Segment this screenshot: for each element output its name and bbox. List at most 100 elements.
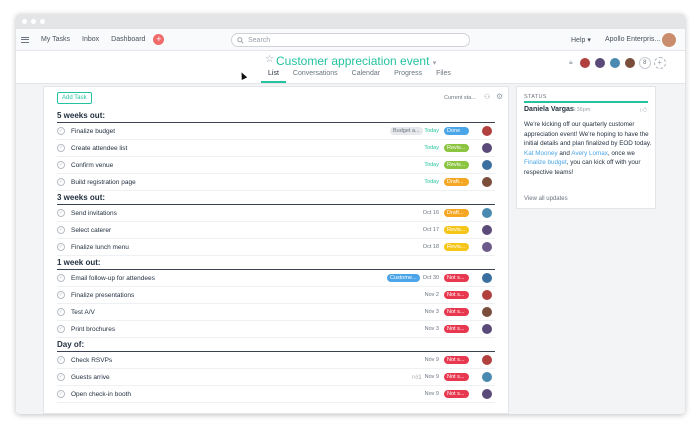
due-date[interactable]: Nov 9 [425, 374, 439, 380]
status-badge[interactable]: Not s... [444, 373, 469, 381]
quick-add-icon[interactable]: + [153, 34, 165, 45]
view-all-updates-link[interactable]: View all updates [524, 196, 568, 202]
section-header[interactable]: 5 weeks out: [57, 109, 495, 123]
complete-checkbox-icon[interactable]: ✓ [57, 373, 65, 381]
task-tag[interactable]: Budget a... [390, 127, 423, 135]
gear-icon[interactable]: ⚙ [496, 92, 503, 101]
status-badge[interactable]: Revis... [444, 243, 469, 251]
due-date[interactable]: Oct 30 [423, 275, 439, 281]
window-dot[interactable] [40, 19, 45, 24]
status-author[interactable]: Daniela Vargas [524, 106, 574, 113]
task-row[interactable]: ✓ Finalize budget Budget a... Today Done [57, 123, 495, 140]
like-count[interactable]: 👍︎1 [412, 373, 422, 381]
complete-checkbox-icon[interactable]: ✓ [57, 144, 65, 152]
task-row[interactable]: ✓ Check RSVPs Nov 9 Not s... [57, 352, 495, 369]
tab-progress[interactable]: Progress [387, 69, 429, 83]
task-row[interactable]: ✓ Finalize lunch menu Oct 18 Revis... [57, 239, 495, 256]
due-date[interactable]: Today [424, 179, 439, 185]
due-date[interactable]: Oct 16 [423, 210, 439, 216]
task-row[interactable]: ✓ Test A/V Nov 3 Not s... [57, 304, 495, 321]
member-avatar[interactable] [593, 57, 606, 69]
complete-checkbox-icon[interactable]: ✓ [57, 243, 65, 251]
nav-dashboard[interactable]: Dashboard [111, 36, 145, 43]
task-row[interactable]: ✓ Guests arrive 👍︎1 Nov 9 Not s... [57, 369, 495, 386]
assignee-avatar[interactable] [482, 242, 492, 252]
task-row[interactable]: ✓ Print brochures Nov 3 Not s... [57, 321, 495, 338]
status-badge[interactable]: Done [444, 127, 469, 135]
section-header[interactable]: 1 week out: [57, 256, 495, 270]
due-date[interactable]: Today [424, 128, 439, 134]
due-date[interactable]: Nov 9 [425, 391, 439, 397]
due-date[interactable]: Oct 18 [423, 244, 439, 250]
tab-conversations[interactable]: Conversations [286, 69, 345, 83]
assignee-avatar[interactable] [482, 126, 492, 136]
add-member-icon[interactable]: + [653, 57, 666, 69]
window-dot[interactable] [31, 19, 36, 24]
task-row[interactable]: ✓ Finalize presentations Nov 2 Not s... [57, 287, 495, 304]
complete-checkbox-icon[interactable]: ✓ [57, 325, 65, 333]
task-row[interactable]: ✓ Select caterer Oct 17 Revis... [57, 222, 495, 239]
task-row[interactable]: ✓ Create attendee list Today Revis... [57, 140, 495, 157]
complete-checkbox-icon[interactable]: ✓ [57, 274, 65, 282]
tab-list[interactable]: List [261, 69, 286, 83]
window-dot[interactable] [22, 19, 27, 24]
complete-checkbox-icon[interactable]: ✓ [57, 161, 65, 169]
status-badge[interactable]: Revis... [444, 226, 469, 234]
member-avatar[interactable] [578, 57, 591, 69]
due-date[interactable]: Nov 2 [425, 292, 439, 298]
star-icon[interactable]: ☆ [265, 54, 274, 65]
org-switcher[interactable]: Apollo Enterpris... [605, 36, 660, 43]
status-badge[interactable]: Not s... [444, 325, 469, 333]
tab-calendar[interactable]: Calendar [345, 69, 387, 83]
status-badge[interactable]: Revis... [444, 161, 469, 169]
member-avatar[interactable] [608, 57, 621, 69]
status-badge[interactable]: Draft... [444, 209, 469, 217]
complete-checkbox-icon[interactable]: ✓ [57, 127, 65, 135]
complete-checkbox-icon[interactable]: ✓ [57, 209, 65, 217]
mention-link[interactable]: Avery Lomax [571, 150, 608, 157]
assignee-avatar[interactable] [482, 389, 492, 399]
due-date[interactable]: Today [424, 145, 439, 151]
task-row[interactable]: ✓ Send invitations Oct 16 Draft... [57, 205, 495, 222]
member-avatar[interactable] [623, 57, 636, 69]
project-title[interactable]: Customer appreciation event ▾ [276, 54, 436, 68]
nav-inbox[interactable]: Inbox [82, 36, 99, 43]
section-header[interactable]: Day of: [57, 338, 495, 352]
assignee-avatar[interactable] [482, 372, 492, 382]
complete-checkbox-icon[interactable]: ✓ [57, 226, 65, 234]
due-date[interactable]: Nov 3 [425, 326, 439, 332]
nav-my-tasks[interactable]: My Tasks [41, 36, 70, 43]
mention-link[interactable]: Kat Mooney [524, 150, 558, 157]
status-badge[interactable]: Not s... [444, 274, 469, 282]
assignee-avatar[interactable] [482, 208, 492, 218]
assignee-avatar[interactable] [482, 307, 492, 317]
complete-checkbox-icon[interactable]: ✓ [57, 178, 65, 186]
assignee-avatar[interactable] [482, 324, 492, 334]
assignee-avatar[interactable] [482, 143, 492, 153]
status-badge[interactable]: Not s... [444, 356, 469, 364]
current-status-filter[interactable]: Current sta... [444, 95, 476, 101]
help-menu[interactable]: Help ▾ [571, 36, 591, 44]
thumbs-up-icon[interactable]: 👍︎ [640, 105, 647, 114]
due-date[interactable]: Nov 3 [425, 309, 439, 315]
person-icon[interactable]: ⚇ [484, 93, 490, 101]
complete-checkbox-icon[interactable]: ✓ [57, 356, 65, 364]
user-avatar[interactable] [661, 32, 677, 48]
task-row[interactable]: ✓ Email follow-up for attendees Custome...… [57, 270, 495, 287]
status-badge[interactable]: Draft... [444, 178, 469, 186]
add-task-button[interactable]: Add Task [57, 92, 92, 104]
due-date[interactable]: Nov 9 [425, 357, 439, 363]
assignee-avatar[interactable] [482, 177, 492, 187]
status-badge[interactable]: Not s... [444, 308, 469, 316]
assignee-avatar[interactable] [482, 273, 492, 283]
task-row[interactable]: ✓ Build registration page Today Draft... [57, 174, 495, 191]
task-row[interactable]: ✓ Confirm venue Today Revis... [57, 157, 495, 174]
assignee-avatar[interactable] [482, 355, 492, 365]
section-header[interactable]: 3 weeks out: [57, 191, 495, 205]
due-date[interactable]: Today [424, 162, 439, 168]
complete-checkbox-icon[interactable]: ✓ [57, 390, 65, 398]
assignee-avatar[interactable] [482, 290, 492, 300]
status-badge[interactable]: Not s... [444, 390, 469, 398]
task-link[interactable]: Finalize budget [524, 159, 567, 166]
assignee-avatar[interactable] [482, 225, 492, 235]
